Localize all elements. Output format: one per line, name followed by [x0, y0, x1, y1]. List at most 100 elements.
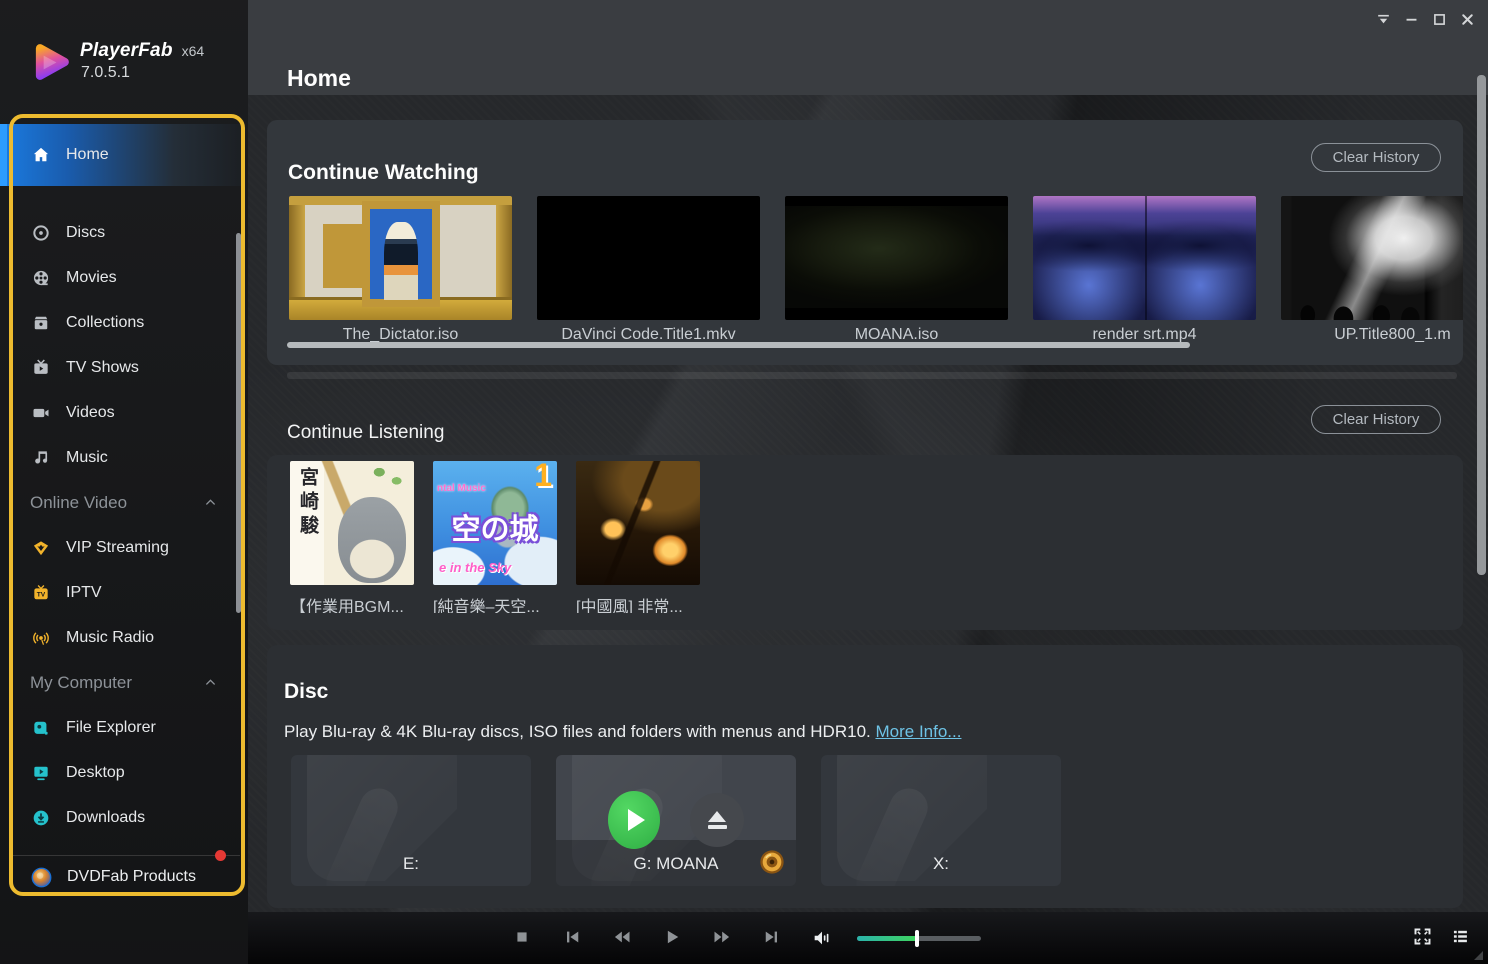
- play-disc-button[interactable]: [608, 791, 660, 849]
- album-cover[interactable]: ntal Music 空の城 e in the Sky 1: [433, 461, 557, 585]
- transport-button-rewind[interactable]: [606, 922, 638, 954]
- tv-shows-icon: [30, 357, 52, 379]
- sidebar-footer-label: DVDFab Products: [67, 868, 196, 886]
- discs-icon: [30, 222, 52, 244]
- window-button-maximize[interactable]: [1430, 12, 1448, 30]
- thumbnail-image[interactable]: [1281, 196, 1463, 320]
- sidebar-item-label: Online Video: [30, 493, 127, 513]
- sidebar-item-home[interactable]: Home: [0, 124, 242, 186]
- thumbnail-image[interactable]: [785, 196, 1008, 320]
- clear-history-watching-button[interactable]: Clear History: [1311, 143, 1441, 172]
- sidebar-item-label: Movies: [66, 269, 117, 287]
- fullscreen-button[interactable]: [1406, 922, 1438, 954]
- drive-list: E: G: MOANA X:: [291, 755, 1061, 886]
- thumbnail-image[interactable]: [537, 196, 760, 320]
- album-cover[interactable]: 宮崎駿: [290, 461, 414, 585]
- album-label: [純音樂–天空...: [433, 593, 557, 613]
- page-title: Home: [287, 65, 351, 92]
- album-label: [中國風] 非常...: [576, 593, 700, 613]
- volume-thumb[interactable]: [915, 930, 919, 947]
- drive-card-e[interactable]: E:: [291, 755, 531, 886]
- close-icon: [1459, 11, 1476, 31]
- listening-item[interactable]: ntal Music 空の城 e in the Sky 1 [純音樂–天空...: [433, 461, 557, 613]
- watching-scrollbar-thumb[interactable]: [287, 342, 1190, 348]
- notification-dot: [215, 850, 226, 861]
- continue-listening-panel: 宮崎駿 【作業用BGM... ntal Music 空の城 e in the S…: [267, 455, 1463, 630]
- watching-item-render-srt-mp4[interactable]: render srt.mp4: [1033, 196, 1256, 346]
- watching-item-davinci-code-title1-mkv[interactable]: DaVinci Code.Title1.mkv: [537, 196, 760, 346]
- transport-button-skip-previous[interactable]: [556, 922, 588, 954]
- window-button-close[interactable]: [1458, 12, 1476, 30]
- sidebar-item-label: Videos: [66, 404, 115, 422]
- watching-item-the-dictator-iso[interactable]: The_Dictator.iso: [289, 196, 512, 346]
- listening-item[interactable]: [中國風] 非常...: [576, 461, 700, 613]
- drive-card-x[interactable]: X:: [821, 755, 1061, 886]
- resize-grip[interactable]: [1472, 949, 1485, 962]
- thumbnail-image[interactable]: [289, 196, 512, 320]
- sidebar: PlayerFabx64 7.0.5.1 Home Discs Movies: [0, 0, 248, 964]
- album-cover[interactable]: [576, 461, 700, 585]
- sidebar-item-music[interactable]: Music: [0, 435, 242, 480]
- sidebar-item-discs[interactable]: Discs: [0, 210, 242, 255]
- transport-button-skip-next[interactable]: [756, 922, 788, 954]
- horizontal-scrollbar-track[interactable]: [287, 372, 1457, 379]
- sidebar-item-movies[interactable]: Movies: [0, 255, 242, 300]
- sidebar-scrollbar[interactable]: [236, 233, 241, 613]
- watching-item-up-title800-1-m[interactable]: UP.Title800_1.m: [1281, 196, 1463, 346]
- eject-icon: [708, 811, 726, 822]
- sidebar-item-iptv[interactable]: TV IPTV: [0, 570, 242, 615]
- sidebar-item-downloads[interactable]: Downloads: [0, 795, 242, 840]
- disc-description-text: Play Blu-ray & 4K Blu-ray discs, ISO fil…: [284, 722, 871, 741]
- drive-card-g-moana[interactable]: G: MOANA: [556, 755, 796, 886]
- skip-previous-icon: [562, 927, 582, 950]
- continue-watching-list: The_Dictator.iso DaVinci Code.Title1.mkv…: [289, 196, 1463, 346]
- more-info-link[interactable]: More Info...: [875, 722, 961, 741]
- videos-icon: [30, 402, 52, 424]
- continue-watching-panel: Continue Watching The_Dictator.iso DaVin…: [267, 120, 1463, 365]
- playerfab-window: PlayerFabx64 7.0.5.1 Home Discs Movies: [0, 0, 1488, 964]
- drive-label: X:: [821, 854, 1061, 874]
- volume-icon[interactable]: [806, 922, 838, 954]
- eject-button[interactable]: [690, 793, 744, 847]
- menu-icon: [1375, 11, 1392, 31]
- album-label: 【作業用BGM...: [290, 593, 414, 613]
- cover-art-text: ntal Music: [437, 483, 486, 494]
- listening-item-bgm[interactable]: 宮崎駿 【作業用BGM...: [290, 461, 414, 613]
- sidebar-item-file-explorer[interactable]: File Explorer: [0, 705, 242, 750]
- window-button-minimize[interactable]: [1402, 12, 1420, 30]
- sidebar-item-dvdfab-products[interactable]: DVDFab Products: [10, 855, 240, 898]
- sidebar-item-label: Music Radio: [66, 629, 154, 647]
- sidebar-item-tv-shows[interactable]: TV Shows: [0, 345, 242, 390]
- chevron-up-icon[interactable]: [203, 495, 218, 510]
- sidebar-item-label: TV Shows: [66, 359, 139, 377]
- cover-art-text: 1: [534, 461, 552, 494]
- chevron-up-icon[interactable]: [203, 675, 218, 690]
- cover-art-text: 宮崎駿: [294, 467, 321, 539]
- transport-button-fast-forward[interactable]: [706, 922, 738, 954]
- movies-icon: [30, 267, 52, 289]
- window-button-menu[interactable]: [1374, 12, 1392, 30]
- sidebar-item-my-computer[interactable]: My Computer: [0, 660, 242, 705]
- sidebar-item-collections[interactable]: Collections: [0, 300, 242, 345]
- continue-listening-list: 宮崎駿 【作業用BGM... ntal Music 空の城 e in the S…: [290, 461, 700, 613]
- sidebar-item-online-video[interactable]: Online Video: [0, 480, 242, 525]
- volume-slider[interactable]: [857, 936, 981, 941]
- dvdfab-icon: [30, 866, 53, 889]
- clear-history-listening-button[interactable]: Clear History: [1311, 405, 1441, 434]
- home-icon: [30, 144, 52, 166]
- sidebar-item-videos[interactable]: Videos: [0, 390, 242, 435]
- sidebar-item-vip-streaming[interactable]: VIP Streaming: [0, 525, 242, 570]
- vertical-scrollbar[interactable]: [1477, 75, 1486, 575]
- disc-badge-icon: [758, 848, 786, 876]
- sidebar-item-label: My Computer: [30, 673, 132, 693]
- watching-item-moana-iso[interactable]: MOANA.iso: [785, 196, 1008, 346]
- transport-button-stop[interactable]: [506, 922, 538, 954]
- collections-icon: [30, 312, 52, 334]
- volume-fill: [857, 936, 917, 941]
- sidebar-item-music-radio[interactable]: Music Radio: [0, 615, 242, 660]
- sidebar-item-desktop[interactable]: Desktop: [0, 750, 242, 795]
- thumbnail-image[interactable]: [1033, 196, 1256, 320]
- sidebar-item-label: Music: [66, 449, 108, 467]
- sidebar-item-label: Collections: [66, 314, 144, 332]
- transport-button-play[interactable]: [656, 922, 688, 954]
